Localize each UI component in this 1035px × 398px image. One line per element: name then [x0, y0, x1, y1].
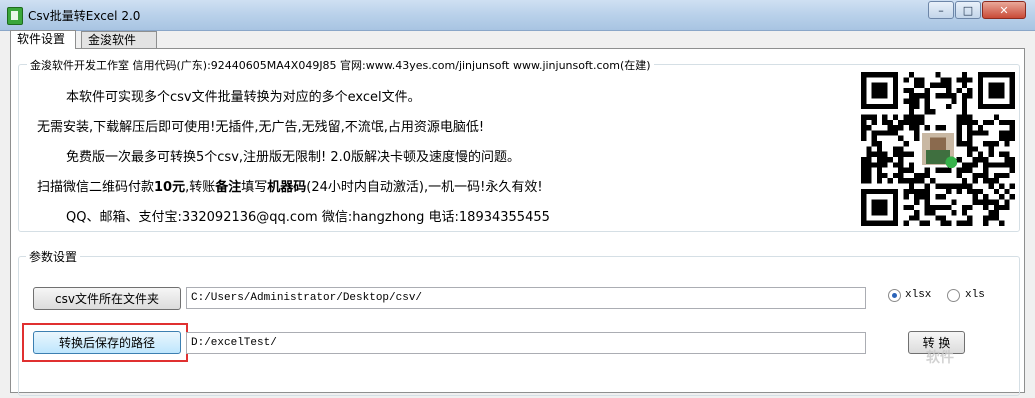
info-line-3: 免费版一次最多可转换5个csv,注册版无限制! 2.0版解决卡顿及速度慢的问题。: [66, 150, 521, 165]
maximize-button[interactable]: □: [955, 1, 981, 19]
close-button[interactable]: ✕: [982, 1, 1026, 19]
csv-folder-path-input[interactable]: C:/Users/Administrator/Desktop/csv/: [186, 287, 866, 309]
watermark: 软件: [926, 350, 954, 366]
xls-radio[interactable]: [947, 289, 960, 302]
info-line-4: 扫描微信二维码付款10元,转账备注填写机器码(24小时内自动激活),一机一码!永…: [37, 176, 543, 195]
info-line-4-price: 10元: [154, 180, 186, 195]
minimize-button[interactable]: –: [928, 1, 954, 19]
params-group-title: 参数设置: [26, 248, 81, 265]
info-line-4-a: 扫描微信二维码付款: [37, 180, 155, 195]
title-bar: Csv批量转Excel 2.0 – □ ✕: [0, 0, 1035, 31]
info-line-4-note: 备注: [215, 180, 242, 195]
tab-software-settings[interactable]: 软件设置: [10, 30, 76, 49]
info-line-4-g: (24小时内自动激活),一机一码!永久有效!: [306, 180, 543, 195]
xlsx-radio[interactable]: [888, 289, 901, 302]
xls-radio-label[interactable]: xls: [965, 289, 985, 301]
info-line-5: QQ、邮箱、支付宝:332092136@qq.com 微信:hangzhong …: [66, 210, 550, 225]
info-line-4-c: ,转账: [185, 180, 216, 195]
info-line-1: 本软件可实现多个csv文件批量转换为对应的多个excel文件。: [66, 90, 421, 105]
info-line-2: 无需安装,下载解压后即可使用!无插件,无广告,无残留,不流氓,占用资源电脑低!: [37, 120, 485, 135]
save-path-button[interactable]: 转换后保存的路径: [33, 331, 181, 354]
xlsx-radio-label[interactable]: xlsx: [905, 289, 931, 301]
wechat-qr-code: [861, 72, 1015, 226]
info-line-4-e: 填写: [241, 180, 268, 195]
app-icon: [7, 7, 23, 25]
window-title: Csv批量转Excel 2.0: [28, 9, 141, 23]
tab-jinjun-software[interactable]: 金浚软件: [81, 31, 157, 48]
csv-folder-button[interactable]: csv文件所在文件夹: [33, 287, 181, 310]
info-line-4-machine-code: 机器码: [267, 180, 307, 195]
save-path-input[interactable]: D:/excelTest/: [186, 332, 866, 354]
info-group-title: 金浚软件开发工作室 信用代码(广东):92440605MA4X049J85 官网…: [27, 57, 654, 73]
